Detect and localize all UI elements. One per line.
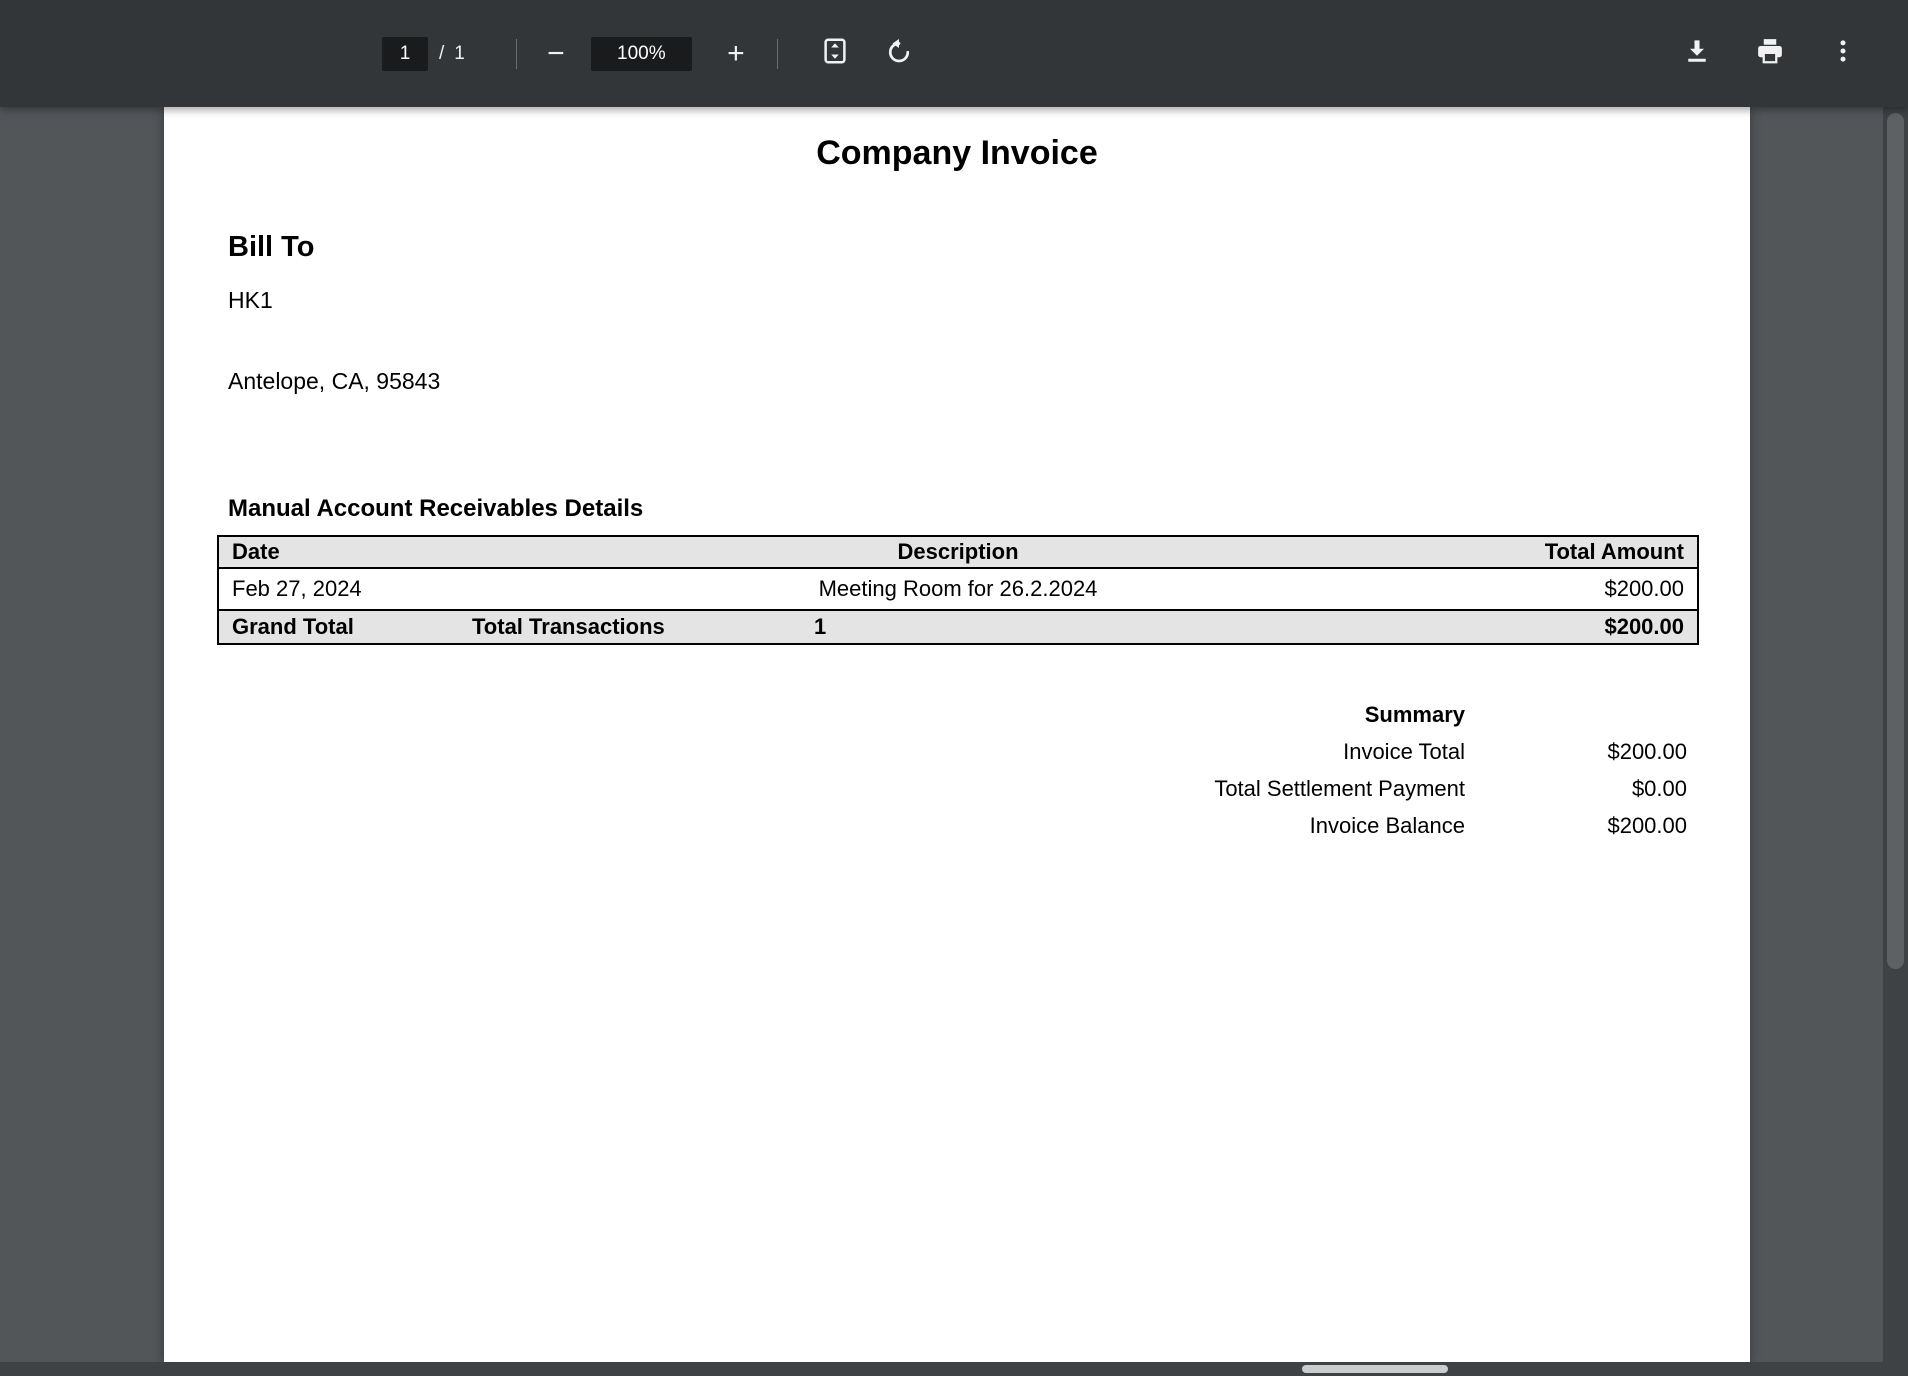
toolbar-divider	[516, 39, 517, 69]
column-header-description: Description	[595, 539, 1321, 565]
horizontal-scrollbar-thumb[interactable]	[1302, 1365, 1448, 1373]
summary-row-invoice-total: Invoice Total $200.00	[1214, 733, 1687, 770]
summary-heading-row: Summary	[1214, 696, 1687, 733]
zoom-in-button[interactable]: +	[714, 32, 758, 76]
more-options-icon	[1828, 36, 1858, 71]
receivables-table: Date Description Total Amount Feb 27, 20…	[217, 535, 1699, 645]
vertical-scrollbar[interactable]	[1883, 107, 1908, 1376]
zoom-out-icon: −	[547, 39, 565, 69]
total-transactions-count: 1	[814, 614, 1604, 640]
horizontal-scrollbar[interactable]	[0, 1362, 1908, 1376]
column-header-total-amount: Total Amount	[1321, 539, 1684, 565]
summary-label: Invoice Total	[1343, 739, 1465, 765]
toolbar-divider	[777, 39, 778, 69]
fit-page-icon	[820, 36, 850, 71]
page-count: / 1	[439, 43, 465, 65]
column-header-date: Date	[232, 539, 595, 565]
summary-label: Invoice Balance	[1310, 813, 1465, 839]
table-row: Feb 27, 2024 Meeting Room for 26.2.2024 …	[219, 569, 1697, 609]
vertical-scrollbar-thumb[interactable]	[1887, 113, 1904, 969]
download-button[interactable]	[1675, 32, 1719, 76]
total-transactions-label: Total Transactions	[472, 614, 814, 640]
grand-total-label: Grand Total	[232, 614, 472, 640]
summary-heading: Summary	[1365, 702, 1465, 728]
toolbar-center-controls: 1 / 1 − 100% +	[382, 0, 921, 107]
summary-label: Total Settlement Payment	[1214, 776, 1465, 802]
summary-row-invoice-balance: Invoice Balance $200.00	[1214, 807, 1687, 844]
toolbar-right-controls	[1675, 0, 1865, 107]
print-icon	[1755, 36, 1785, 71]
fit-page-button[interactable]	[813, 32, 857, 76]
rotate-button[interactable]	[877, 32, 921, 76]
bill-to-heading: Bill To	[228, 231, 314, 264]
pdf-toolbar: 1 / 1 − 100% +	[0, 0, 1908, 107]
receivables-heading: Manual Account Receivables Details	[228, 495, 643, 523]
cell-amount: $200.00	[1321, 576, 1684, 602]
bill-to-address: Antelope, CA, 95843	[228, 368, 440, 395]
grand-total-amount: $200.00	[1604, 614, 1684, 640]
summary-value: $200.00	[1465, 813, 1687, 839]
summary-section: Summary Invoice Total $200.00 Total Sett…	[1214, 696, 1687, 844]
page-number-input[interactable]: 1	[382, 37, 428, 71]
page-divider-label: /	[439, 43, 444, 65]
bill-to-name: HK1	[228, 287, 273, 314]
invoice-title: Company Invoice	[164, 134, 1750, 173]
table-header-row: Date Description Total Amount	[219, 537, 1697, 569]
rotate-counterclockwise-icon	[884, 36, 914, 71]
summary-row-settlement-payment: Total Settlement Payment $0.00	[1214, 770, 1687, 807]
cell-date: Feb 27, 2024	[232, 576, 595, 602]
zoom-level-input[interactable]: 100%	[591, 37, 692, 71]
more-options-button[interactable]	[1821, 32, 1865, 76]
download-icon	[1682, 36, 1712, 71]
summary-value: $0.00	[1465, 776, 1687, 802]
summary-value: $200.00	[1465, 739, 1687, 765]
print-button[interactable]	[1748, 32, 1792, 76]
zoom-in-icon: +	[727, 39, 745, 69]
page-total-label: 1	[454, 43, 465, 65]
pdf-document-page: Company Invoice Bill To HK1 Antelope, CA…	[164, 107, 1750, 1362]
pdf-viewer: { "toolbar": { "page_current": "1", "pag…	[0, 0, 1908, 1376]
zoom-out-button[interactable]: −	[534, 32, 578, 76]
cell-description: Meeting Room for 26.2.2024	[595, 576, 1321, 602]
table-grand-total-row: Grand Total Total Transactions 1 $200.00	[219, 609, 1697, 643]
